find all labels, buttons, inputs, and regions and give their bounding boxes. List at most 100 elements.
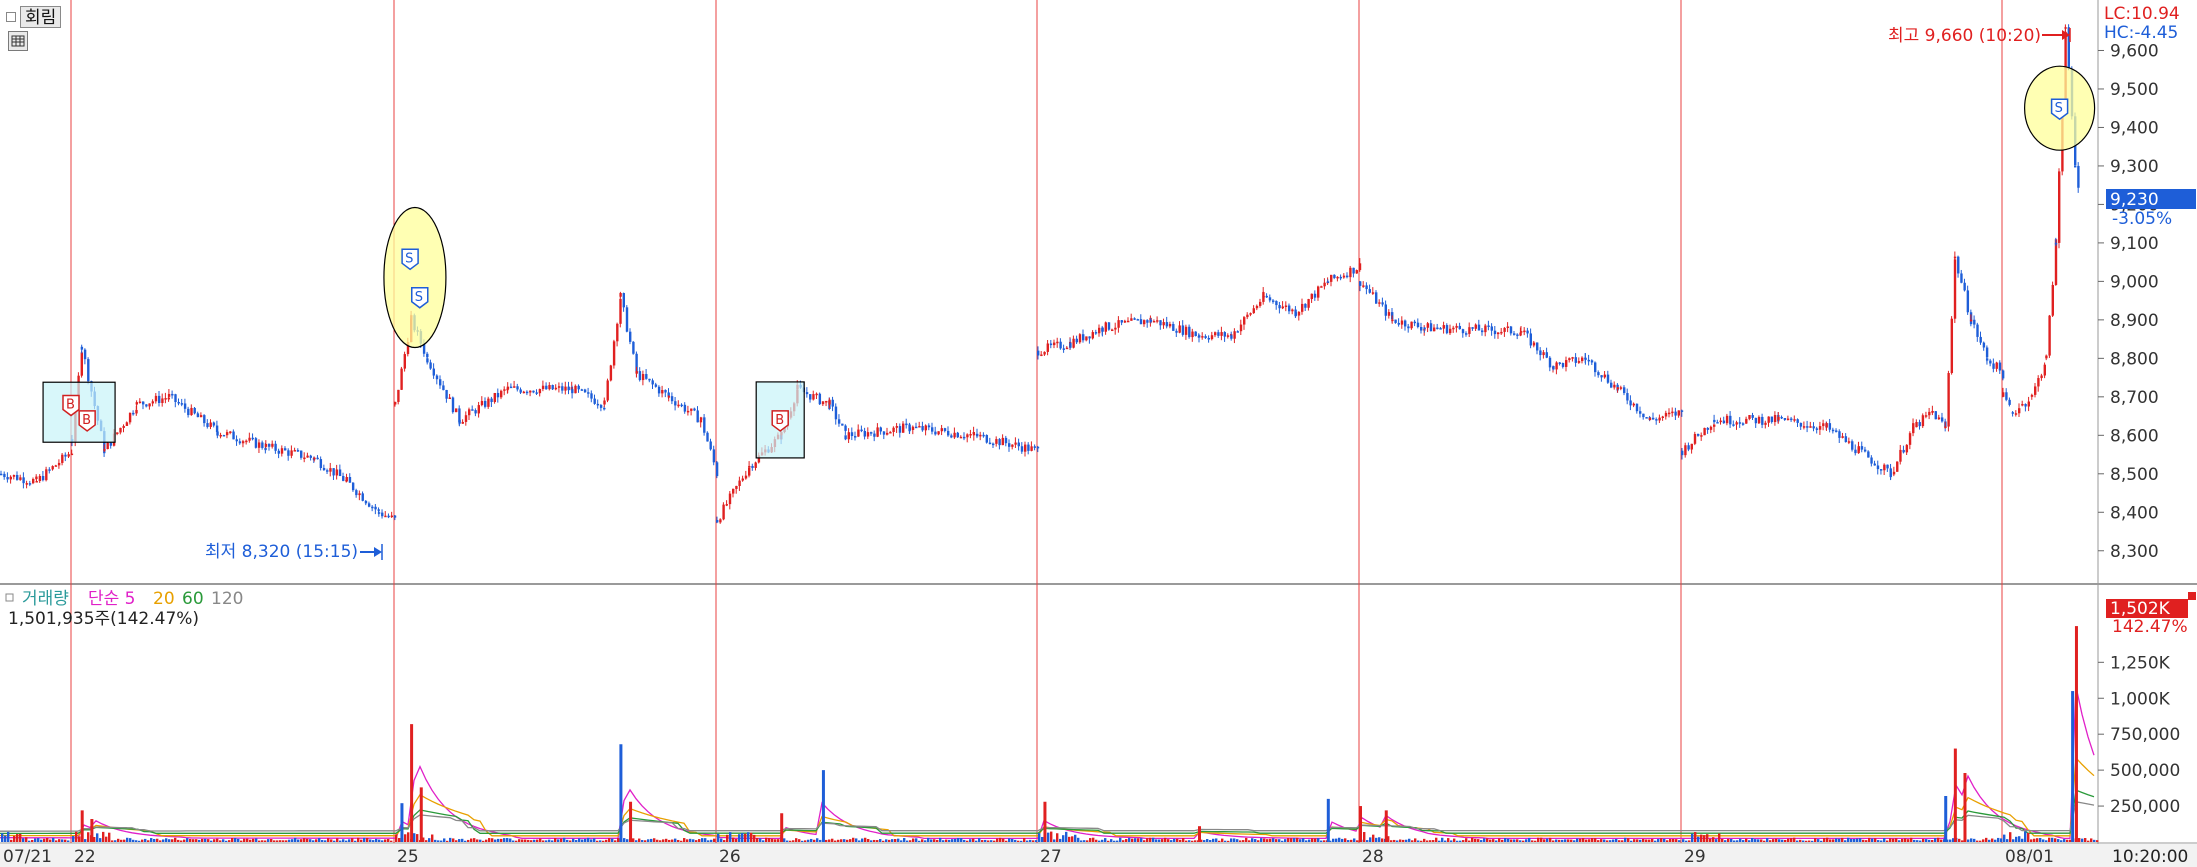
candle-up	[2027, 401, 2030, 407]
volume-bar-down	[72, 835, 75, 842]
candle-down	[1812, 426, 1815, 429]
volume-bar-up	[1700, 834, 1703, 842]
volume-bar-down	[198, 839, 201, 842]
candle-up	[825, 400, 828, 403]
volume-bar-up	[1191, 840, 1194, 842]
candle-down	[931, 427, 934, 432]
candle-down	[1982, 342, 1986, 348]
volume-legend-marker[interactable]	[5, 593, 14, 602]
volume-bar-up	[1032, 840, 1035, 842]
candle-down	[377, 509, 380, 511]
volume-bar-down	[954, 838, 957, 842]
volume-bar-up	[1143, 840, 1146, 842]
volume-bar-down	[1378, 837, 1381, 842]
volume-bar-down	[1877, 840, 1880, 842]
stock-chart[interactable]: BBSSBS 9,6009,5009,4009,3009,2009,1009,0…	[0, 0, 2197, 867]
volume-bar-up	[216, 838, 219, 842]
volume-bar-up	[219, 840, 222, 842]
candle-down	[841, 423, 844, 426]
volume-bar-down	[1919, 840, 1922, 842]
volume-bar-up	[49, 839, 52, 842]
candle-down	[577, 385, 580, 390]
candle-up	[1500, 331, 1503, 334]
volume-close-icon[interactable]	[2188, 592, 2196, 600]
candle-down	[284, 448, 287, 451]
candle-down	[387, 515, 390, 518]
volume-bar-up	[777, 839, 780, 842]
candle-up	[135, 409, 138, 414]
volume-bar-down	[963, 839, 966, 842]
volume-bar-down	[37, 838, 40, 842]
volume-bar-up	[315, 839, 318, 842]
volume-bar-up	[2066, 839, 2069, 842]
volume-bar-down	[333, 840, 336, 842]
grid-icon[interactable]	[8, 31, 28, 51]
volume-bar-up	[1823, 838, 1826, 842]
volume-bar-up	[840, 839, 843, 842]
candle-down	[1629, 400, 1632, 406]
volume-bar-up	[470, 838, 473, 842]
volume-spike	[2071, 691, 2075, 842]
candle-down	[1458, 325, 1461, 330]
buy-signal-letter: B	[82, 413, 91, 428]
candle-up	[1921, 415, 1925, 427]
candle-up	[1065, 347, 1069, 350]
volume-bar-down	[590, 839, 593, 842]
volume-bar-up	[171, 839, 174, 842]
candle-down	[1729, 415, 1732, 425]
volume-bar-down	[96, 833, 99, 842]
candle-down	[496, 392, 500, 398]
volume-bar-down	[512, 840, 515, 842]
volume-bar-up	[1435, 837, 1438, 842]
candle-down	[1027, 444, 1030, 451]
chart-mode-control[interactable]: 회림	[6, 6, 62, 28]
candle-down	[915, 426, 918, 429]
candle-up	[209, 422, 212, 427]
volume-bar-up	[1618, 840, 1621, 842]
volume-spike	[1326, 798, 1330, 842]
candle-up	[2043, 364, 2046, 376]
candle-up	[1053, 342, 1056, 346]
chart-canvas[interactable]: BBSSBS 9,6009,5009,4009,3009,2009,1009,0…	[0, 0, 2197, 867]
price-tick-label: 8,800	[2110, 349, 2159, 369]
volume-bar-up	[25, 837, 28, 842]
candle-up	[38, 475, 42, 482]
candle-down	[296, 450, 300, 452]
candle-down	[651, 380, 654, 385]
candle-up	[1362, 285, 1365, 287]
candle-down	[1815, 428, 1819, 430]
volume-bar-up	[1889, 838, 1892, 842]
volume-bar-down	[807, 839, 810, 842]
volume-bar-down	[786, 840, 789, 842]
candle-down	[1181, 325, 1185, 335]
volume-spike	[619, 744, 623, 842]
volume-bar-up	[491, 838, 494, 842]
volume-bar-up	[882, 840, 885, 842]
candle-down	[1940, 417, 1944, 422]
candle-up	[828, 399, 831, 405]
chart-mode-button[interactable]: 회림	[20, 6, 62, 28]
candle-down	[1037, 350, 1040, 356]
candle-down	[80, 346, 84, 350]
volume-bar-up	[446, 840, 449, 842]
volume-bar-down	[1272, 838, 1275, 842]
volume-bar-down	[1302, 838, 1305, 842]
candle-up	[219, 434, 222, 437]
candle-down	[1770, 416, 1774, 423]
volume-bar-down	[587, 837, 590, 842]
candle-up	[103, 449, 106, 451]
candle-down	[596, 403, 600, 406]
candle-down	[1487, 325, 1490, 328]
candle-down	[1471, 327, 1474, 329]
volume-bar-up	[876, 840, 879, 842]
candle-up	[1011, 444, 1014, 447]
candle-up	[19, 477, 22, 480]
candle-down	[1706, 427, 1709, 430]
volume-bar-up	[1958, 838, 1961, 842]
volume-bar-down	[1724, 840, 1727, 842]
candle-down	[1979, 336, 1982, 343]
volume-summary: 1,501,935주(142.47%)	[8, 609, 199, 629]
volume-bar-up	[1961, 840, 1964, 842]
candle-down	[670, 396, 674, 402]
volume-bar-down	[40, 839, 43, 842]
